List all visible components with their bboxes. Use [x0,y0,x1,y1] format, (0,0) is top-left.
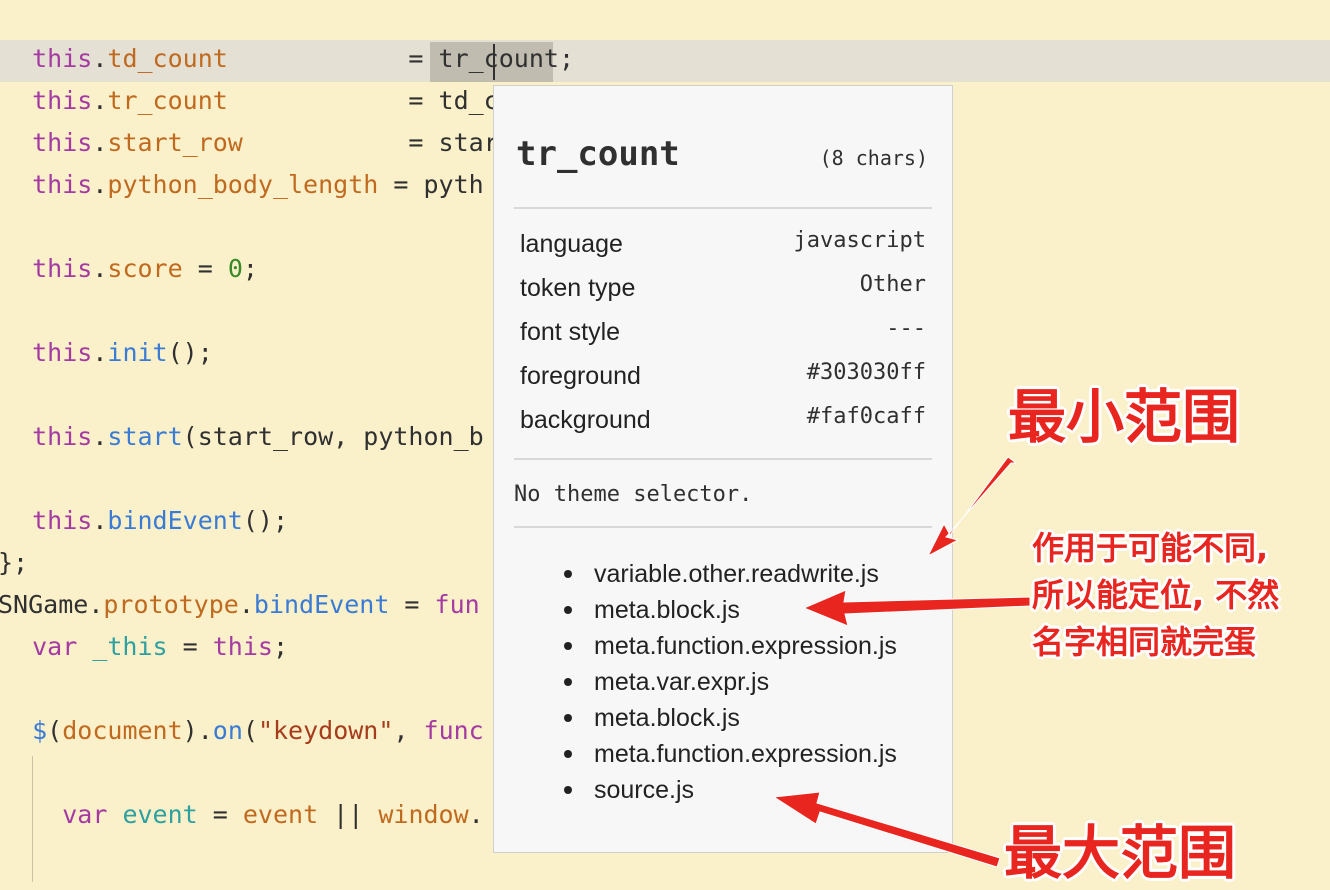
arrow-to-meta-block [802,589,1031,627]
scope-note-line-1: 作用于可能不同, [1032,529,1269,567]
arrow-to-source [772,791,1001,868]
max-scope-label: 最大范围 [1004,819,1237,887]
arrow-to-min-scope [926,456,1018,558]
scope-note-line-2: 所以能定位, 不然 [1032,576,1280,614]
scope-note-line-3: 名字相同就完蛋 [1032,623,1257,661]
min-scope-label: 最小范围 [1008,383,1241,451]
